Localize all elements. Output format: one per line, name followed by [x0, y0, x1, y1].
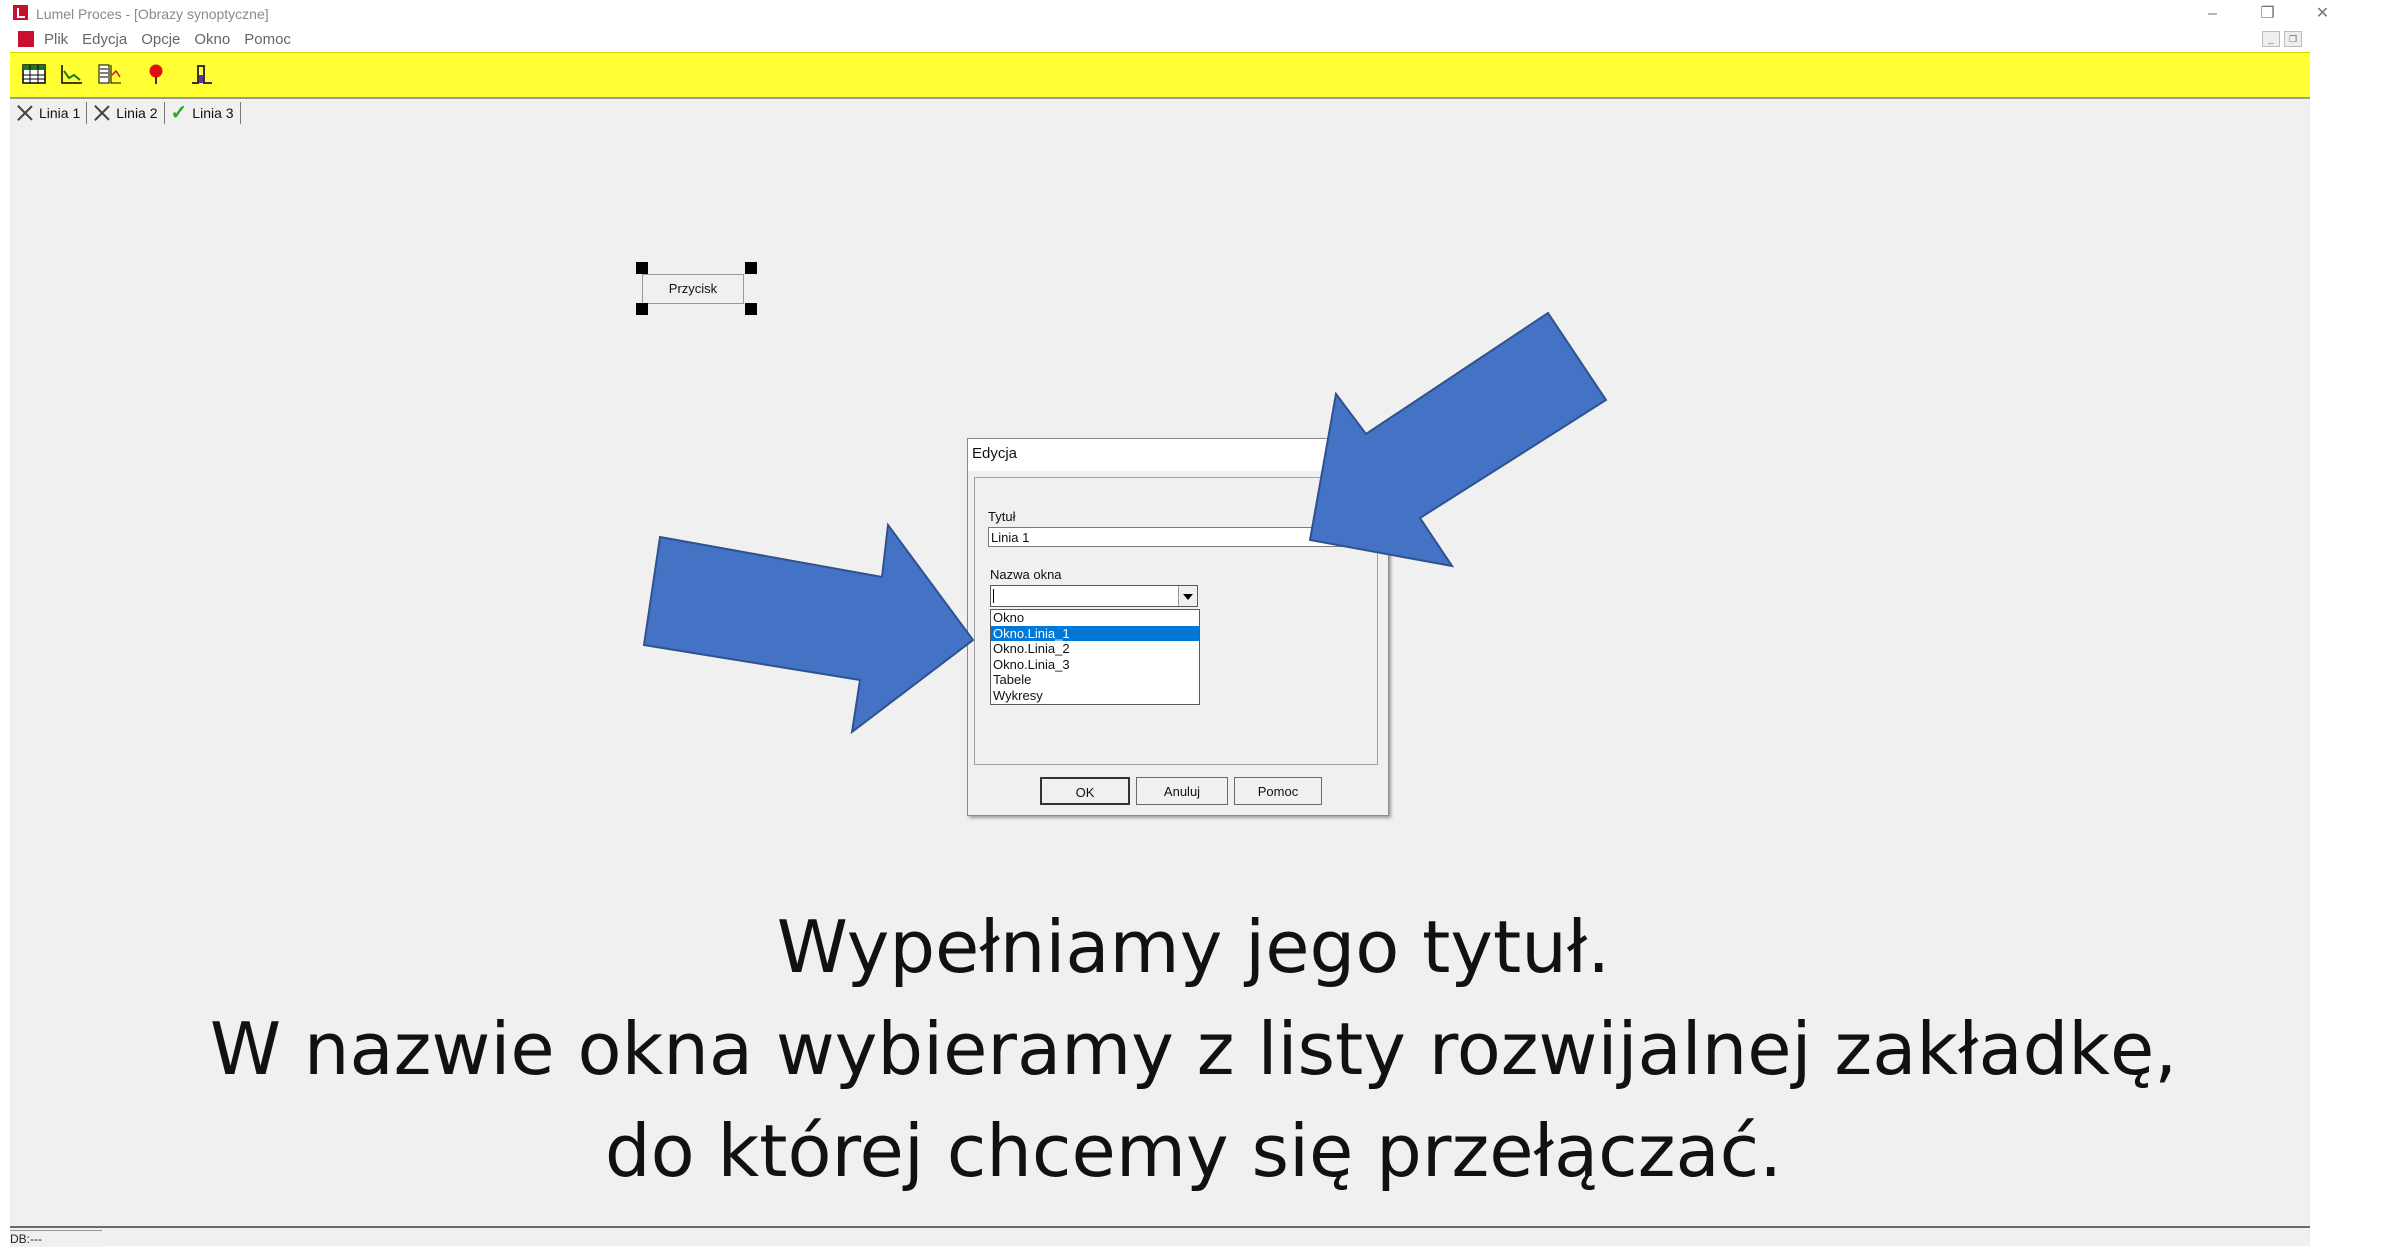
arrow-right-annotation: [642, 522, 975, 735]
caption-line-3: do której chcemy się przełączać.: [604, 1109, 1783, 1193]
status-bar: DB:---: [10, 1230, 102, 1247]
caption-line-1: Wypełniamy jego tytuł.: [776, 905, 1611, 989]
arrow-left-annotation: [1308, 311, 1608, 568]
caption-line-2: W nazwie okna wybieramy z listy rozwijal…: [209, 1007, 2178, 1091]
